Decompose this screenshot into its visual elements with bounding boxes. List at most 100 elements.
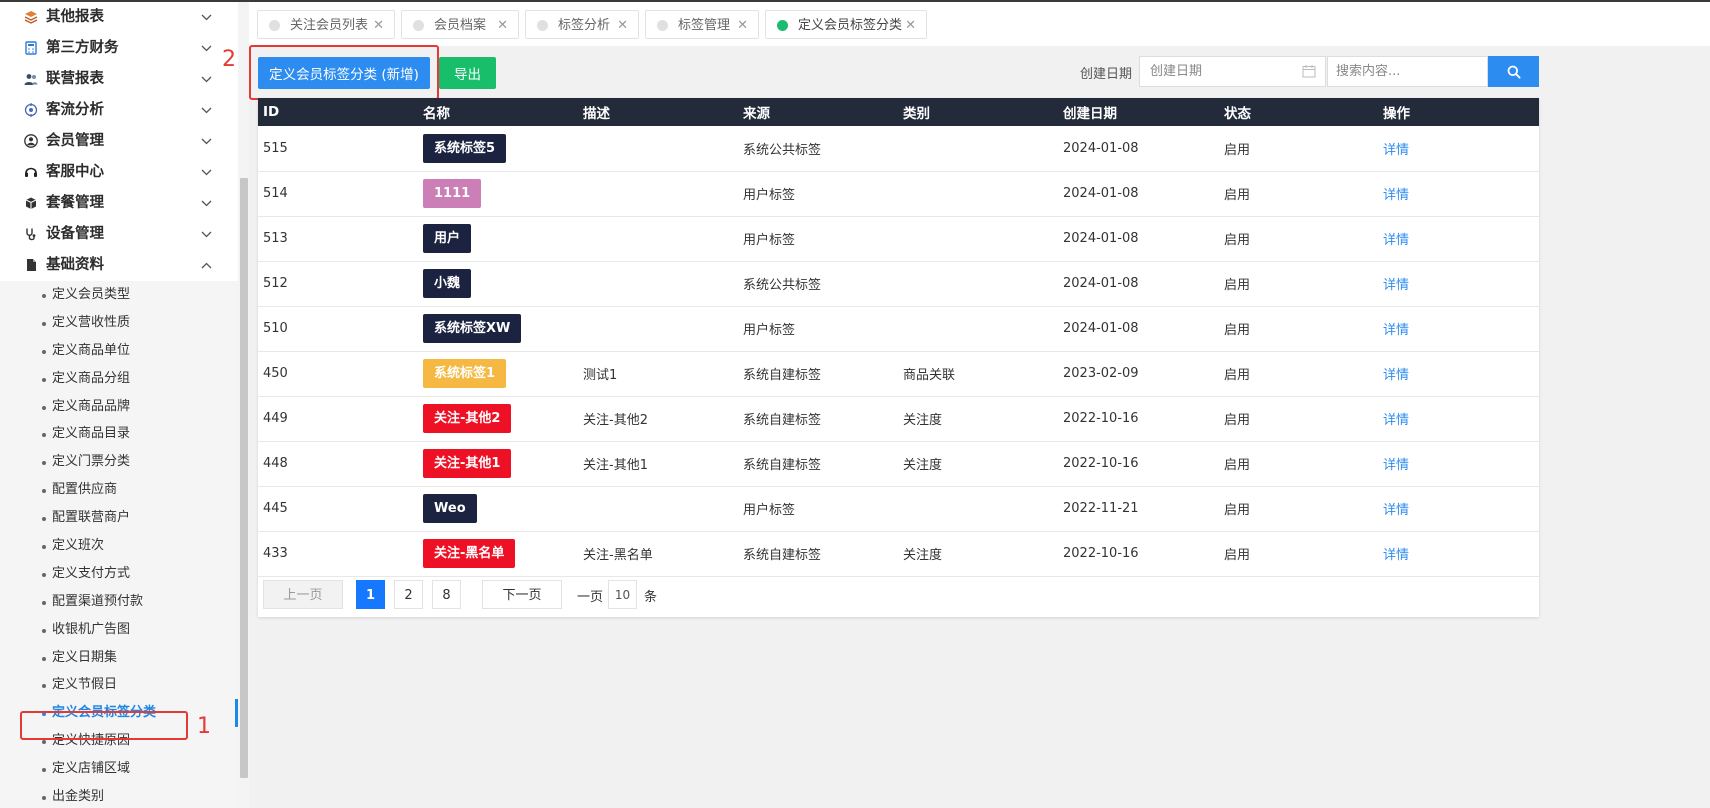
cell-source: 系统自建标签 bbox=[743, 368, 822, 383]
detail-link[interactable]: 详情 bbox=[1383, 368, 1409, 383]
chevron-down-icon bbox=[201, 188, 212, 219]
sidebar-submenu-item[interactable]: 定义支付方式 bbox=[0, 560, 238, 588]
next-page-button[interactable]: 下一页 bbox=[482, 580, 562, 609]
sidebar-scrollbar-thumb[interactable] bbox=[240, 178, 248, 778]
tag-badge: 用户 bbox=[423, 224, 472, 253]
cell-source: 用户标签 bbox=[743, 503, 796, 518]
search-placeholder: 搜索内容... bbox=[1336, 64, 1401, 79]
add-tag-category-button[interactable]: 定义会员标签分类 (新增) bbox=[258, 57, 430, 89]
cell-category bbox=[898, 486, 1058, 531]
per-page-suffix: 条 bbox=[644, 590, 658, 605]
sidebar-submenu-item[interactable]: 配置联营商户 bbox=[0, 504, 238, 532]
cell-created-date: 2022-10-16 bbox=[1063, 456, 1139, 471]
detail-link[interactable]: 详情 bbox=[1383, 233, 1409, 248]
sidebar-submenu-item[interactable]: 配置供应商 bbox=[0, 476, 238, 504]
detail-link[interactable]: 详情 bbox=[1383, 323, 1409, 338]
close-icon[interactable]: ✕ bbox=[617, 11, 628, 40]
sidebar-submenu-item[interactable]: 定义商品目录 bbox=[0, 420, 238, 448]
cell-action: 详情 bbox=[1378, 396, 1539, 441]
date-filter-input[interactable]: 创建日期 bbox=[1139, 56, 1326, 87]
cell-created-date: 2024-01-08 bbox=[1063, 186, 1139, 201]
cell-id: 433 bbox=[263, 546, 288, 561]
cell-status: 启用 bbox=[1224, 233, 1251, 248]
column-header: 来源 bbox=[743, 106, 770, 122]
detail-link[interactable]: 详情 bbox=[1383, 458, 1409, 473]
tab[interactable]: 定义会员标签分类 ✕ bbox=[765, 10, 927, 39]
cell-id: 450 bbox=[263, 366, 288, 381]
sidebar-submenu-item[interactable]: 定义门票分类 bbox=[0, 448, 238, 476]
detail-link[interactable]: 详情 bbox=[1383, 143, 1409, 158]
cell-description bbox=[578, 486, 738, 531]
search-input[interactable]: 搜索内容... bbox=[1327, 56, 1488, 87]
sidebar-submenu-item[interactable]: 定义商品品牌 bbox=[0, 393, 238, 421]
sidebar-menu-item[interactable]: 联营报表 bbox=[0, 64, 238, 95]
sidebar-submenu-item[interactable]: 定义营收性质 bbox=[0, 309, 238, 337]
cell-status: 启用 bbox=[1224, 503, 1251, 518]
sidebar-submenu-item[interactable]: 出金类别 bbox=[0, 783, 238, 808]
close-icon[interactable]: ✕ bbox=[373, 11, 384, 40]
cell-description: 关注-其他1 bbox=[583, 458, 648, 473]
prev-page-button[interactable]: 上一页 bbox=[263, 580, 343, 609]
cell-source: 系统公共标签 bbox=[743, 142, 822, 158]
sidebar-menu-item[interactable]: 套餐管理 bbox=[0, 188, 238, 219]
sidebar-menu-item[interactable]: 设备管理 bbox=[0, 219, 238, 250]
sidebar-menu-item[interactable]: 基础资料 bbox=[0, 250, 238, 281]
chevron-down-icon bbox=[201, 95, 212, 126]
tab[interactable]: 会员档案 ✕ bbox=[401, 10, 519, 39]
close-icon[interactable]: ✕ bbox=[905, 11, 916, 40]
close-icon[interactable]: ✕ bbox=[497, 11, 508, 40]
cell-action: 详情 bbox=[1378, 441, 1539, 486]
sidebar-menu-item[interactable]: 第三方财务 bbox=[0, 33, 238, 64]
sidebar-submenu-item[interactable]: 定义会员类型 bbox=[0, 281, 238, 309]
sidebar-submenu-item[interactable]: 定义商品分组 bbox=[0, 365, 238, 393]
per-page-input[interactable]: 10 bbox=[608, 580, 637, 609]
cell-action: 详情 bbox=[1378, 261, 1539, 306]
sidebar-menu-item[interactable]: 会员管理 bbox=[0, 126, 238, 157]
sidebar-menu-label: 设备管理 bbox=[46, 226, 104, 242]
sidebar-submenu-item[interactable]: 定义店铺区域 bbox=[0, 755, 238, 783]
sidebar-submenu-item[interactable]: 定义班次 bbox=[0, 532, 238, 560]
cell-created-date: 2022-10-16 bbox=[1063, 411, 1139, 426]
page-number-button[interactable]: 2 bbox=[394, 580, 423, 609]
sidebar-menu-item[interactable]: 客服中心 bbox=[0, 157, 238, 188]
cell-name: 用户 bbox=[418, 216, 578, 261]
sidebar-menu-label: 客服中心 bbox=[46, 164, 104, 180]
sidebar-submenu-item[interactable]: 收银机广告图 bbox=[0, 616, 238, 644]
close-icon[interactable]: ✕ bbox=[737, 11, 748, 40]
detail-link[interactable]: 详情 bbox=[1383, 188, 1409, 203]
table-body: 515 系统标签5 系统公共标签 2024-01-08 启用 详情 514 1111 用户标签 2… bbox=[258, 126, 1539, 576]
detail-link[interactable]: 详情 bbox=[1383, 548, 1409, 563]
cell-action: 详情 bbox=[1378, 126, 1539, 171]
chevron-up-icon bbox=[201, 250, 212, 281]
tab[interactable]: 标签分析 ✕ bbox=[525, 10, 639, 39]
cell-category bbox=[898, 306, 1058, 351]
search-button[interactable] bbox=[1488, 56, 1539, 87]
cell-status: 启用 bbox=[1224, 278, 1251, 293]
cell-status: 启用 bbox=[1224, 142, 1251, 158]
chevron-down-icon bbox=[201, 126, 212, 157]
tab[interactable]: 标签管理 ✕ bbox=[645, 10, 759, 39]
stethoscope-icon bbox=[24, 227, 38, 241]
sidebar-menu-item[interactable]: 其他报表 bbox=[0, 2, 238, 33]
sidebar-submenu-item[interactable]: 定义商品单位 bbox=[0, 337, 238, 365]
sidebar-submenu-item[interactable]: 定义日期集 bbox=[0, 644, 238, 672]
sidebar-submenu-item[interactable]: 定义节假日 bbox=[0, 671, 238, 699]
sidebar-menu-item[interactable]: 客流分析 bbox=[0, 95, 238, 126]
target-icon bbox=[24, 103, 38, 117]
tab-status-dot bbox=[413, 20, 424, 31]
sidebar: 其他报表 第三方财务 联营报表 客流分析 会员管理客服中心套餐管理设备管理基础资料 定义… bbox=[0, 2, 238, 808]
page-number-button[interactable]: 1 bbox=[356, 580, 385, 609]
page-number-button[interactable]: 8 bbox=[432, 580, 461, 609]
sidebar-submenu-item[interactable]: 配置渠道预付款 bbox=[0, 588, 238, 616]
cell-id: 510 bbox=[263, 321, 288, 336]
calendar-icon bbox=[1302, 65, 1316, 78]
cell-description bbox=[578, 126, 738, 171]
cell-description bbox=[578, 171, 738, 216]
cell-source: 用户标签 bbox=[743, 188, 796, 203]
export-button[interactable]: 导出 bbox=[439, 57, 496, 89]
tab[interactable]: 关注会员列表 ✕ bbox=[257, 10, 395, 39]
cell-created-date: 2024-01-08 bbox=[1063, 140, 1139, 156]
detail-link[interactable]: 详情 bbox=[1383, 413, 1409, 428]
detail-link[interactable]: 详情 bbox=[1383, 503, 1409, 518]
detail-link[interactable]: 详情 bbox=[1383, 278, 1409, 293]
